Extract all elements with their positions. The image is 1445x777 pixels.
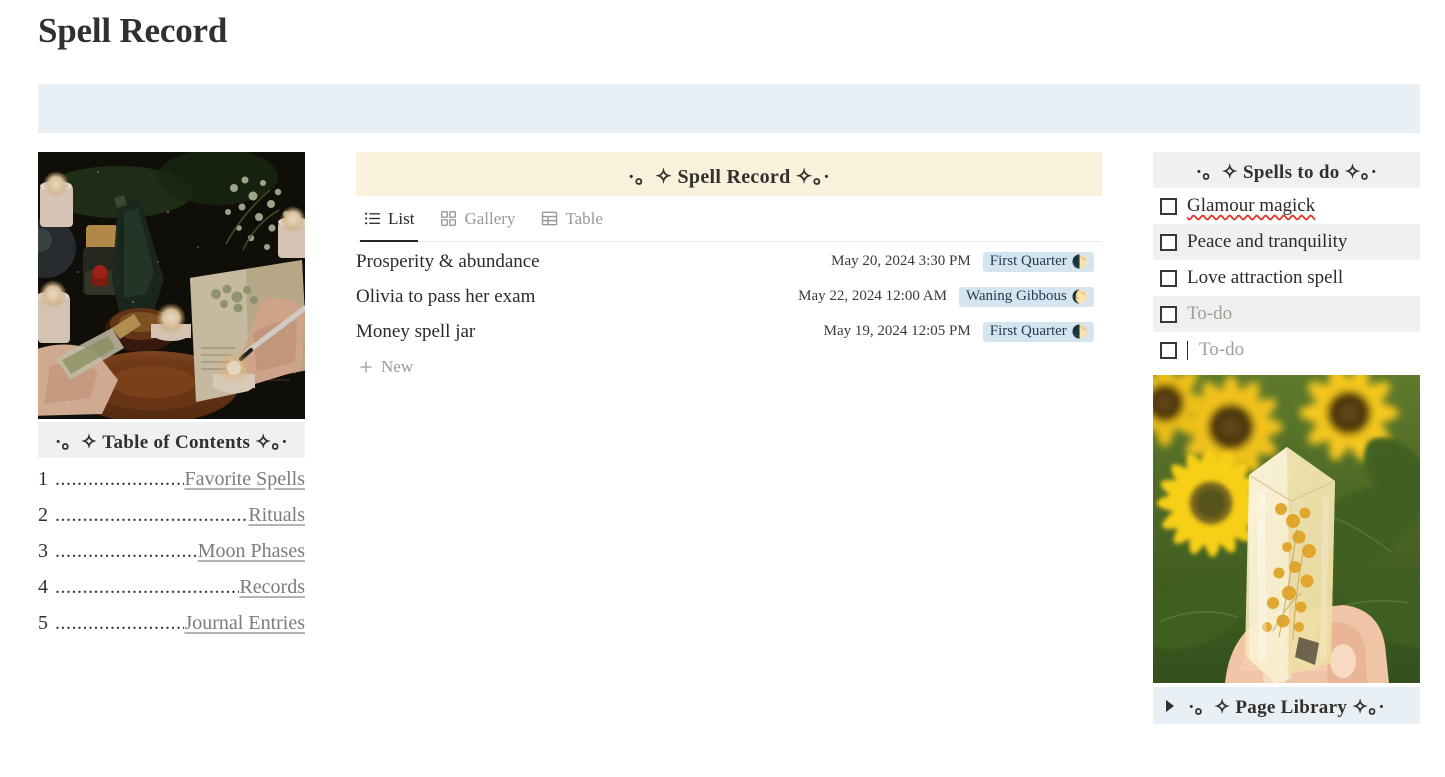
- toc-entry-number: 2: [38, 504, 48, 526]
- row-meta: May 20, 2024 3:30 PM First Quarter 🌓: [831, 244, 1094, 279]
- tab-table[interactable]: Table: [537, 197, 607, 241]
- row-date: May 22, 2024 12:00 AM: [798, 288, 947, 304]
- tab-list-label: List: [388, 208, 415, 228]
- todo-checkbox[interactable]: [1160, 341, 1177, 359]
- todo-item-placeholder[interactable]: To-do: [1199, 339, 1244, 361]
- citrine-crystal-photo-graphic: [1153, 375, 1420, 683]
- todo-item[interactable]: Peace and tranquility: [1153, 224, 1420, 260]
- todo-checkbox[interactable]: [1160, 233, 1177, 251]
- witch-altar-photo-graphic: [38, 152, 305, 419]
- todo-item-label[interactable]: Love attraction spell: [1187, 267, 1343, 289]
- tab-list[interactable]: List: [360, 197, 419, 242]
- toc-entry[interactable]: 3 ......................................…: [38, 540, 305, 576]
- toc-entry-leader: ................................: [55, 612, 185, 634]
- toc-entry-number: 3: [38, 540, 48, 562]
- tab-gallery[interactable]: Gallery: [436, 197, 519, 241]
- todo-item-label[interactable]: Peace and tranquility: [1187, 231, 1347, 253]
- spell-record-database-header: ·。✧ Spell Record ✧。·: [356, 152, 1102, 196]
- toc-entry-number: 5: [38, 612, 48, 634]
- todo-checkbox[interactable]: [1160, 305, 1177, 323]
- database-row[interactable]: Prosperity & abundance May 20, 2024 3:30…: [356, 244, 1102, 279]
- plus-icon: [360, 361, 372, 372]
- toc-entry-leader: ........................................…: [55, 504, 248, 526]
- three-column-layout: ·。✧ Table of Contents ✧。· 1 ............…: [0, 152, 1445, 777]
- row-date: May 19, 2024 12:05 PM: [823, 323, 971, 339]
- moon-phase-badge: First Quarter 🌓: [982, 251, 1094, 272]
- toc-entry[interactable]: 2 ......................................…: [38, 504, 305, 540]
- moon-phase-badge: Waning Gibbous 🌔: [958, 286, 1094, 307]
- expand-toggle[interactable]: [1153, 699, 1187, 712]
- database-view-tabs: List Gallery Table: [356, 196, 1102, 242]
- toc-entry-link[interactable]: Favorite Spells: [184, 468, 305, 491]
- toc-entry-number: 4: [38, 576, 48, 598]
- gallery-grid-icon: [441, 211, 457, 226]
- table-grid-icon: [542, 211, 558, 226]
- page-library-toggle-row[interactable]: ·。✧ Page Library ✧。·: [1153, 687, 1420, 724]
- todo-item-placeholder[interactable]: To-do: [1187, 303, 1232, 325]
- todo-item-label[interactable]: Glamour magick: [1187, 195, 1315, 217]
- todo-item[interactable]: Love attraction spell: [1153, 260, 1420, 296]
- database-rows: Prosperity & abundance May 20, 2024 3:30…: [356, 242, 1102, 384]
- citrine-crystal-photo: [1153, 375, 1420, 683]
- todo-item[interactable]: To-do: [1153, 296, 1420, 332]
- tab-table-label: Table: [565, 208, 603, 228]
- todo-item[interactable]: Glamour magick: [1153, 188, 1420, 224]
- triangle-right-icon: [1166, 699, 1174, 712]
- page-title: Spell Record: [38, 11, 228, 50]
- tab-gallery-label: Gallery: [464, 208, 516, 228]
- toc-entry-link[interactable]: Moon Phases: [198, 540, 305, 563]
- toc-entry-leader: ........................................…: [55, 576, 239, 598]
- row-meta: May 19, 2024 12:05 PM First Quarter 🌓: [824, 314, 1094, 349]
- witch-altar-photo: [38, 152, 305, 419]
- toc-entry-leader: ................................: [55, 468, 185, 490]
- moon-phase-label: First Quarter: [989, 322, 1067, 339]
- row-title: Prosperity & abundance: [356, 250, 540, 272]
- new-row-label: New: [381, 356, 414, 376]
- toc-entry[interactable]: 4 ......................................…: [38, 576, 305, 612]
- row-meta: May 22, 2024 12:00 AM Waning Gibbous 🌔: [798, 279, 1094, 314]
- todo-item[interactable]: To-do: [1153, 332, 1420, 368]
- first-quarter-moon-icon: 🌓: [1071, 323, 1088, 339]
- database-row[interactable]: Money spell jar May 19, 2024 12:05 PM Fi…: [356, 314, 1102, 349]
- page-library-title: ·。✧ Page Library ✧。·: [1188, 697, 1385, 718]
- moon-phase-label: First Quarter: [989, 252, 1067, 269]
- row-title: Money spell jar: [356, 320, 476, 342]
- toc-entry-link[interactable]: Rituals: [248, 504, 305, 527]
- toc-entry[interactable]: 1 ................................ Favor…: [38, 468, 305, 504]
- toc-entry-number: 1: [38, 468, 48, 490]
- list-icon: [365, 212, 380, 225]
- database-row[interactable]: Olivia to pass her exam May 22, 2024 12:…: [356, 279, 1102, 314]
- toc-entry-link[interactable]: Records: [239, 576, 305, 599]
- row-title: Olivia to pass her exam: [356, 285, 536, 307]
- table-of-contents-header: ·。✧ Table of Contents ✧。·: [38, 422, 305, 458]
- spells-to-do-header: ·。✧ Spells to do ✧。·: [1153, 152, 1420, 188]
- spells-to-do-list: Glamour magick Peace and tranquility Lov…: [1153, 188, 1420, 368]
- left-column: ·。✧ Table of Contents ✧。· 1 ............…: [38, 152, 305, 648]
- todo-checkbox[interactable]: [1160, 197, 1177, 215]
- moon-phase-badge: First Quarter 🌓: [982, 321, 1094, 342]
- row-date: May 20, 2024 3:30 PM: [831, 253, 971, 269]
- moon-phase-label: Waning Gibbous: [965, 287, 1067, 304]
- spell-record-page: Spell Record ·。✧ Table of Contents ✧。· 1…: [0, 0, 1445, 777]
- blue-callout-band: [38, 84, 1420, 133]
- waning-gibbous-moon-icon: 🌔: [1071, 288, 1088, 304]
- table-of-contents-list: 1 ................................ Favor…: [38, 458, 305, 648]
- right-column: ·。✧ Spells to do ✧。· Glamour magick Peac…: [1153, 152, 1420, 724]
- toc-entry[interactable]: 5 ................................ Journ…: [38, 612, 305, 648]
- toc-entry-leader: ........................................: [55, 540, 198, 562]
- middle-column: ·。✧ Spell Record ✧。· List Gallery Table …: [356, 152, 1102, 384]
- toc-entry-link[interactable]: Journal Entries: [184, 612, 305, 635]
- todo-checkbox[interactable]: [1160, 269, 1177, 287]
- text-cursor: [1187, 340, 1188, 360]
- new-row-button[interactable]: New: [356, 349, 1102, 384]
- first-quarter-moon-icon: 🌓: [1071, 253, 1088, 269]
